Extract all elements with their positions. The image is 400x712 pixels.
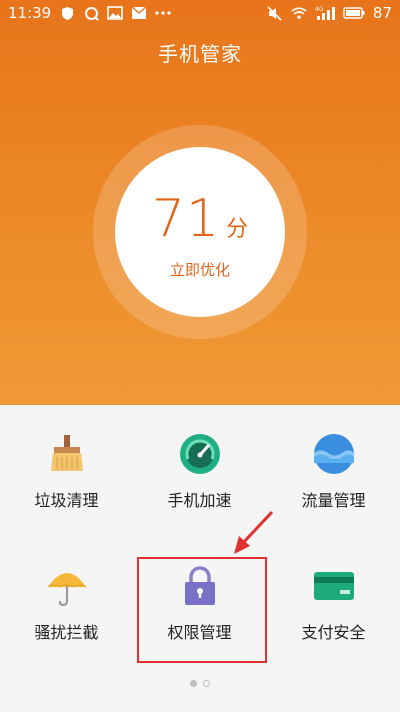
wifi-icon xyxy=(291,5,307,21)
tool-data-manage[interactable]: 流量管理 xyxy=(267,405,400,535)
page-title: 手机管家 xyxy=(158,42,242,66)
signal-icon: 4G xyxy=(315,5,335,21)
status-time: 11:39 xyxy=(8,4,52,22)
tool-label: 支付安全 xyxy=(301,623,366,642)
tool-label: 流量管理 xyxy=(301,491,366,510)
network-label: 4G xyxy=(315,6,324,13)
hero-panel: 11:39 4G 87 手机管家 71 分 立即优化 xyxy=(0,0,400,405)
data-wave-icon xyxy=(313,433,355,475)
tool-label: 垃圾清理 xyxy=(34,491,99,510)
battery-icon xyxy=(343,5,365,21)
status-bar: 11:39 4G 87 xyxy=(0,0,400,26)
mute-icon xyxy=(267,5,283,21)
umbrella-icon xyxy=(46,565,88,607)
tool-harass-block[interactable]: 骚扰拦截 xyxy=(0,537,133,667)
mail-icon xyxy=(131,5,147,21)
optimize-label: 立即优化 xyxy=(169,261,230,279)
score-button[interactable]: 71 分 立即优化 xyxy=(115,147,285,317)
battery-level: 87 xyxy=(372,4,392,22)
pointer-arrow-icon xyxy=(234,510,274,554)
page-dot-active[interactable] xyxy=(190,680,197,687)
tool-payment-safety[interactable]: 支付安全 xyxy=(267,537,400,667)
image-icon xyxy=(107,5,124,21)
more-icon xyxy=(155,5,171,21)
highlight-box xyxy=(137,557,267,663)
card-icon xyxy=(313,565,355,607)
chat-bubble-icon xyxy=(83,5,99,21)
shield-icon xyxy=(59,5,75,21)
tool-label: 骚扰拦截 xyxy=(34,623,99,642)
broom-icon xyxy=(46,433,88,475)
score-unit: 分 xyxy=(226,217,249,242)
tool-junk-clean[interactable]: 垃圾清理 xyxy=(0,405,133,535)
page-indicator xyxy=(0,672,400,691)
score-value: 71 xyxy=(151,189,221,249)
speedometer-icon xyxy=(179,433,221,475)
page-dot[interactable] xyxy=(203,680,210,687)
score-display: 71 分 xyxy=(115,189,285,249)
